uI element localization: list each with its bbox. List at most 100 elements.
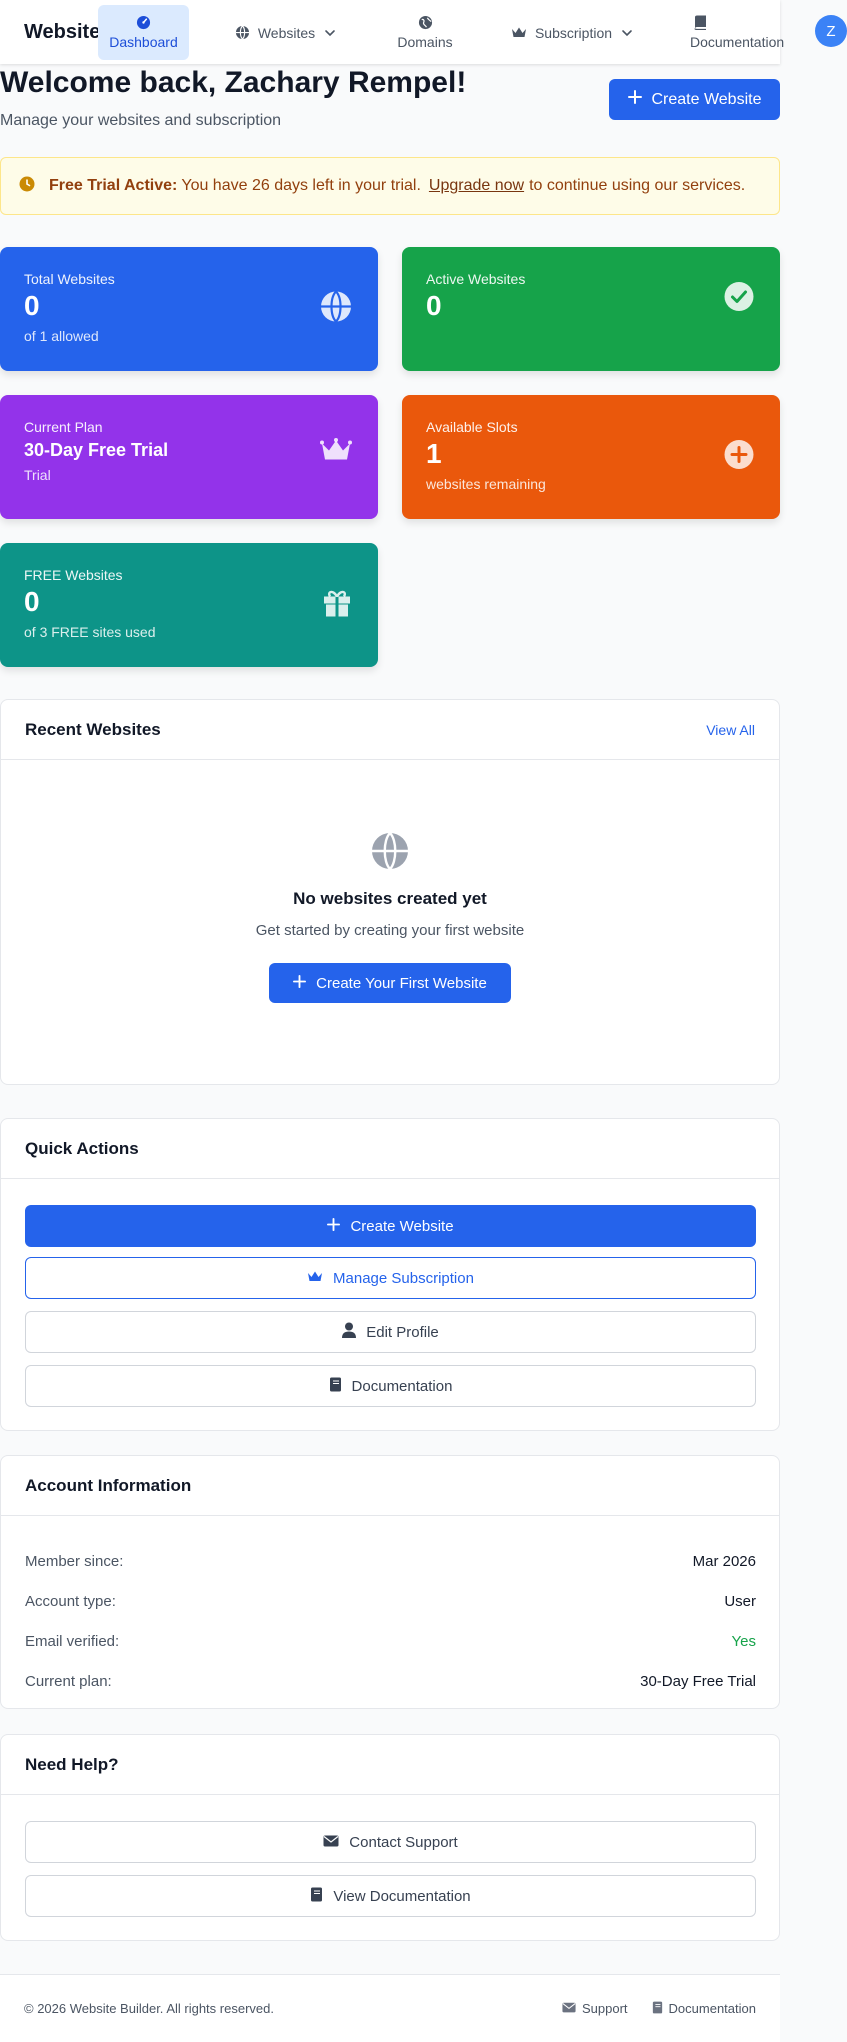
- info-value: 30-Day Free Trial: [640, 1673, 756, 1690]
- footer-links: Support Documentation: [562, 2001, 756, 2017]
- info-key: Current plan:: [25, 1673, 112, 1690]
- plus-icon: [293, 974, 307, 992]
- view-all-link[interactable]: View All: [706, 722, 755, 738]
- stat-value: 0: [24, 586, 40, 617]
- nav-domains[interactable]: Domains: [392, 5, 458, 60]
- footer-support-link[interactable]: Support: [562, 2001, 628, 2017]
- nav-domains-label: Domains: [397, 34, 453, 50]
- documentation-button[interactable]: Documentation: [25, 1365, 756, 1407]
- panel-header: Account Information: [1, 1456, 779, 1516]
- book-icon: [329, 1377, 342, 1396]
- nav-dashboard-label: Dashboard: [109, 34, 178, 50]
- empty-state: No websites created yet Get started by c…: [1, 832, 779, 1003]
- view-documentation-button[interactable]: View Documentation: [25, 1875, 756, 1917]
- stat-label: Current Plan: [24, 419, 103, 435]
- create-website-label: Create Website: [651, 90, 762, 108]
- quick-create-website-button[interactable]: Create Website: [25, 1205, 756, 1247]
- contact-support-button[interactable]: Contact Support: [25, 1821, 756, 1863]
- nav-dashboard[interactable]: Dashboard: [98, 5, 189, 60]
- empty-subtitle: Get started by creating your first websi…: [255, 922, 525, 939]
- footer-support-label: Support: [582, 2001, 628, 2016]
- user-avatar[interactable]: Z: [815, 15, 847, 47]
- stat-label: Available Slots: [426, 419, 518, 435]
- info-key: Account type:: [25, 1593, 116, 1610]
- stat-current-plan: Current Plan 30-Day Free Trial Trial: [0, 395, 378, 519]
- create-first-website-button[interactable]: Create Your First Website: [269, 963, 511, 1003]
- contact-support-label: Contact Support: [349, 1833, 458, 1851]
- info-row-current-plan: Current plan: 30-Day Free Trial: [25, 1673, 756, 1690]
- crown-icon: [307, 1270, 323, 1287]
- manage-subscription-button[interactable]: Manage Subscription: [25, 1257, 756, 1299]
- gift-icon: [322, 588, 352, 623]
- manage-subscription-label: Manage Subscription: [333, 1269, 474, 1287]
- envelope-icon: [562, 2001, 576, 2016]
- upgrade-link[interactable]: Upgrade now: [429, 177, 524, 195]
- trial-label: Free Trial Active:: [49, 177, 178, 194]
- stat-free-websites: FREE Websites 0 of 3 FREE sites used: [0, 543, 378, 667]
- create-website-button[interactable]: Create Website: [609, 79, 780, 120]
- book-icon: [310, 1887, 323, 1906]
- documentation-label: Documentation: [351, 1377, 453, 1395]
- email-verified-value: Yes: [731, 1633, 756, 1650]
- stat-label: FREE Websites: [24, 567, 123, 583]
- clock-icon: [19, 176, 35, 197]
- panel-title: Recent Websites: [25, 719, 161, 739]
- globe-icon: [235, 25, 250, 40]
- globe-icon: [371, 832, 409, 875]
- nav-websites[interactable]: Websites: [226, 5, 346, 60]
- globe-alt-icon: [418, 15, 433, 30]
- nav-documentation[interactable]: Documentation: [690, 5, 792, 60]
- nav-subscription-label: Subscription: [534, 24, 613, 41]
- panel-header: Recent Websites View All: [1, 700, 779, 760]
- stat-label: Active Websites: [426, 271, 526, 287]
- panel-header: Quick Actions: [1, 1119, 779, 1179]
- account-information-panel: Account Information Member since: Mar 20…: [0, 1455, 780, 1709]
- info-key: Member since:: [25, 1553, 124, 1570]
- page-footer: © 2026 Website Builder. All rights reser…: [0, 1974, 780, 2042]
- need-help-panel: Need Help? Contact Support View Document…: [0, 1734, 780, 1941]
- recent-websites-panel: Recent Websites View All No websites cre…: [0, 699, 780, 1085]
- info-row-member-since: Member since: Mar 2026: [25, 1553, 756, 1570]
- book-icon: [652, 2001, 663, 2017]
- create-first-website-label: Create Your First Website: [316, 974, 487, 992]
- view-documentation-label: View Documentation: [333, 1887, 471, 1905]
- edit-profile-button[interactable]: Edit Profile: [25, 1311, 756, 1353]
- info-row-account-type: Account type: User: [25, 1593, 756, 1610]
- chevron-down-icon: [323, 26, 337, 40]
- stat-value: 0: [24, 290, 40, 321]
- stat-sub: of 1 allowed: [24, 327, 99, 344]
- brand-title[interactable]: Website: [24, 21, 100, 44]
- trial-message: You have 26 days left in your trial.: [181, 177, 421, 194]
- quick-actions-panel: Quick Actions Create Website Manage Subs…: [0, 1118, 780, 1431]
- user-icon: [342, 1322, 357, 1342]
- panel-title: Need Help?: [25, 1754, 119, 1774]
- nav-subscription[interactable]: Subscription: [506, 5, 639, 60]
- edit-profile-label: Edit Profile: [366, 1323, 439, 1341]
- stat-active-websites: Active Websites 0: [402, 247, 780, 371]
- info-value: User: [724, 1593, 756, 1610]
- globe-icon: [320, 290, 352, 328]
- nav-documentation-label: Documentation: [690, 34, 785, 50]
- panel-header: Need Help?: [1, 1735, 779, 1795]
- chevron-down-icon: [620, 26, 634, 40]
- crown-icon: [320, 438, 352, 469]
- top-navbar: Website Dashboard Websites Domains Subsc…: [0, 0, 784, 64]
- trial-banner: Free Trial Active: You have 26 days left…: [0, 157, 780, 215]
- plus-circle-icon: [724, 440, 754, 475]
- footer-documentation-link[interactable]: Documentation: [652, 2001, 756, 2017]
- gauge-icon: [136, 15, 151, 30]
- trial-suffix: to continue using our services.: [529, 177, 746, 194]
- book-icon: [694, 15, 707, 30]
- page-subtitle: Manage your websites and subscription: [0, 112, 282, 129]
- stat-label: Total Websites: [24, 271, 115, 287]
- empty-title: No websites created yet: [293, 889, 487, 908]
- stat-sub: websites remaining: [426, 475, 546, 492]
- stat-sub: of 3 FREE sites used: [24, 623, 156, 640]
- stat-available-slots: Available Slots 1 websites remaining: [402, 395, 780, 519]
- panel-title: Quick Actions: [25, 1138, 139, 1158]
- plus-icon: [327, 1217, 341, 1235]
- nav-websites-label: Websites: [257, 24, 316, 41]
- plus-icon: [627, 90, 642, 109]
- panel-title: Account Information: [25, 1475, 192, 1495]
- info-value: Mar 2026: [692, 1553, 756, 1570]
